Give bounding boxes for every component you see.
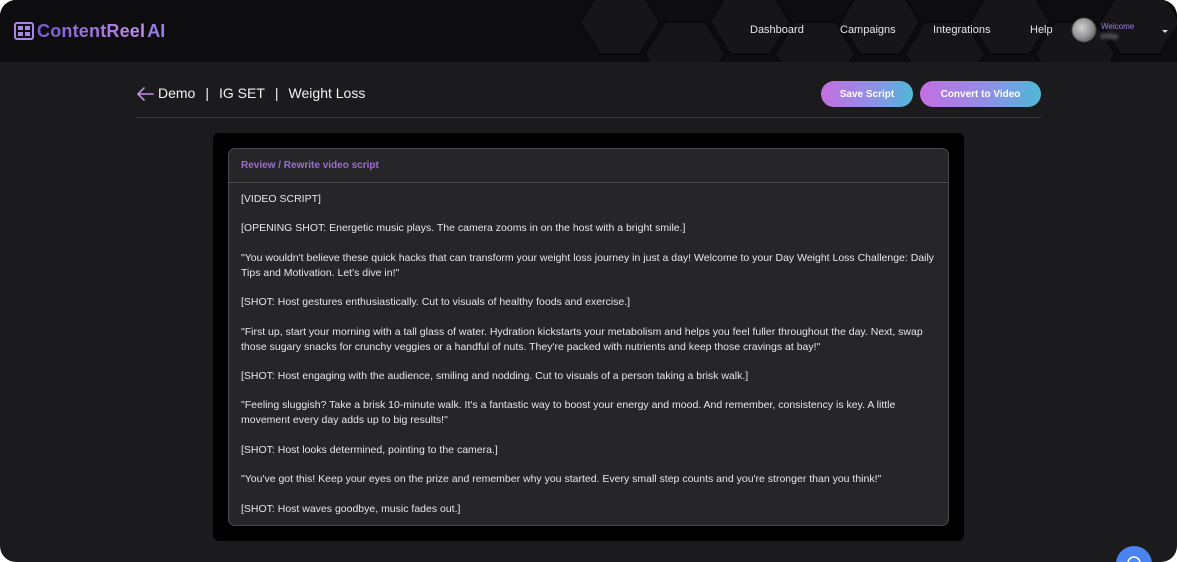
script-line: "Feeling sluggish? Take a brisk 10-minut… xyxy=(241,399,896,427)
script-line: [SHOT: Host looks determined, pointing t… xyxy=(241,443,498,456)
breadcrumb-item-demo[interactable]: Demo xyxy=(158,85,195,101)
breadcrumb-item-topic: Weight Loss xyxy=(288,85,366,101)
script-panel-header: Review / Rewrite video script xyxy=(229,149,948,183)
hexagon-pattern-background xyxy=(578,0,1177,62)
script-line: "You wouldn't believe these quick hacks … xyxy=(241,251,935,279)
script-panel: Review / Rewrite video script [VIDEO SCR… xyxy=(228,148,949,526)
brand-logo[interactable]: ContentReel AI xyxy=(14,19,165,43)
nav-link-help[interactable]: Help xyxy=(1030,24,1053,36)
brand-name: ContentReel xyxy=(37,20,146,41)
script-line: [VIDEO SCRIPT] xyxy=(241,193,321,205)
convert-to-video-button[interactable]: Convert to Video xyxy=(920,81,1041,107)
nav-link-dashboard[interactable]: Dashboard xyxy=(750,24,804,36)
breadcrumb-separator: | xyxy=(205,85,209,101)
script-editor[interactable]: [VIDEO SCRIPT] [OPENING SHOT: Energetic … xyxy=(241,192,941,525)
chat-support-button[interactable] xyxy=(1116,546,1152,562)
back-arrow-icon[interactable] xyxy=(136,86,154,102)
chevron-down-icon[interactable] xyxy=(1162,30,1168,33)
script-line: [SHOT: Host gestures enthusiastically. C… xyxy=(241,296,631,309)
welcome-label: Welcome xyxy=(1101,22,1135,31)
nav-link-integrations[interactable]: Integrations xyxy=(933,24,990,36)
script-line: "First up, start your morning with a tal… xyxy=(241,325,923,353)
script-line: [OPENING SHOT: Energetic music plays. Th… xyxy=(241,222,686,235)
script-line: "You've got this! Keep your eyes on the … xyxy=(241,473,882,486)
header-divider xyxy=(136,117,1041,118)
save-script-button[interactable]: Save Script xyxy=(821,81,913,107)
film-reel-icon xyxy=(14,22,34,40)
nav-link-campaigns[interactable]: Campaigns xyxy=(840,24,896,36)
username-label: Mike xyxy=(1101,32,1118,41)
brand-suffix: AI xyxy=(147,20,166,41)
breadcrumb-separator: | xyxy=(274,85,279,101)
script-line: [SHOT: Host engaging with the audience, … xyxy=(241,369,749,382)
breadcrumb-item-set[interactable]: IG SET xyxy=(219,85,265,101)
script-line: [SHOT: Host waves goodbye, music fades o… xyxy=(241,502,461,515)
panel-title: Review / Rewrite video script xyxy=(241,160,379,171)
top-navbar: ContentReel AI Dashboard Campaigns Integ… xyxy=(0,0,1177,62)
breadcrumb: Demo | IG SET | Weight Loss xyxy=(158,85,365,101)
app-window: ContentReel AI Dashboard Campaigns Integ… xyxy=(0,0,1177,562)
chat-icon xyxy=(1127,556,1141,562)
user-avatar[interactable] xyxy=(1072,18,1096,42)
